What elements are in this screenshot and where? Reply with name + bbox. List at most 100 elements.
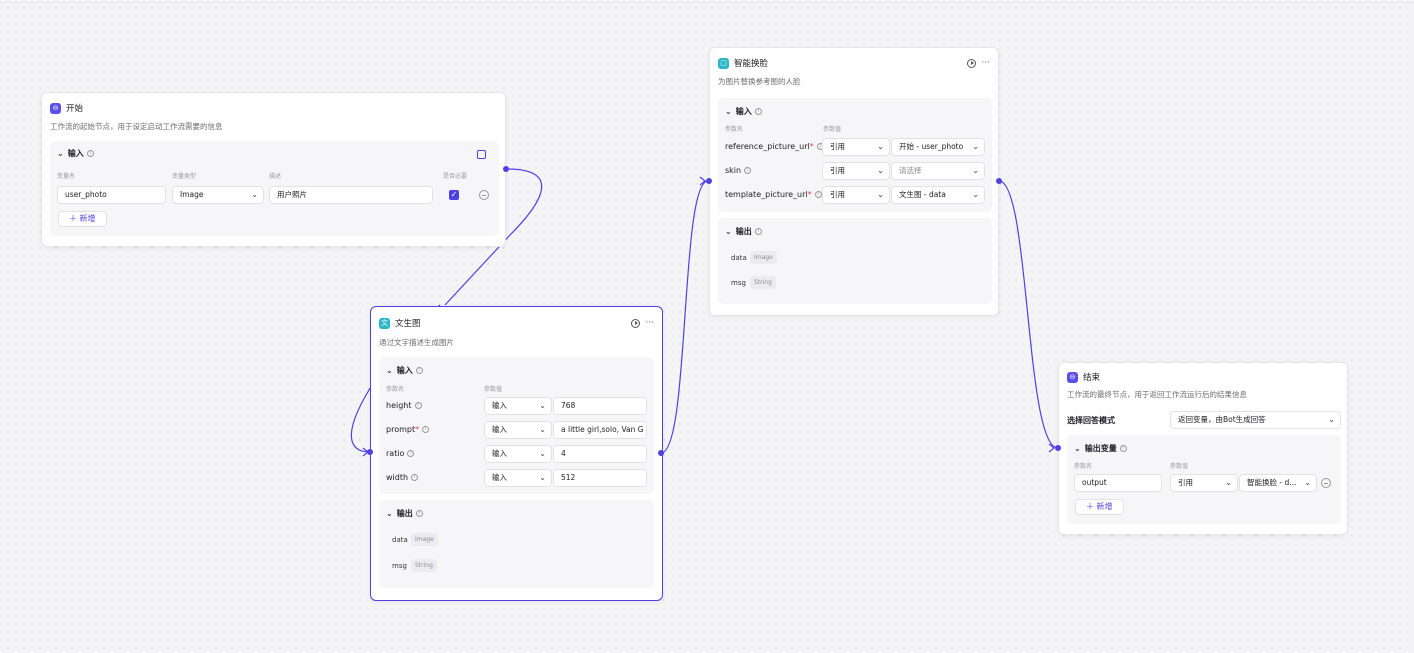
variable-type-select[interactable]: Image ⌄ (172, 186, 264, 204)
more-icon[interactable]: ··· (981, 58, 990, 68)
output-type-tag: Image (750, 251, 777, 264)
start-node[interactable]: ⊖ 开始 工作流的起始节点，用于设定启动工作流需要的信息 ⌄ 输入 i 变量名 … (41, 92, 506, 247)
info-icon: i (407, 450, 415, 457)
remove-icon[interactable] (1321, 478, 1331, 488)
chevron-down-icon: ⌄ (1225, 478, 1232, 487)
t2i-output-port[interactable] (658, 450, 664, 456)
param-value-input[interactable]: 512 (553, 469, 647, 487)
select-value: 输入 (492, 473, 507, 482)
node-description: 为图片替换参考图的人脸 (718, 77, 801, 86)
select-value: 引用 (830, 190, 845, 199)
info-icon: i (414, 402, 422, 409)
input-panel: ⌄ 输入 i 参数名 参数值 height i 输入 ⌄ 768 prompt * i … (379, 357, 654, 494)
face-output-port[interactable] (996, 178, 1002, 184)
t2i-input-port[interactable] (367, 449, 373, 455)
node-description: 工作流的起始节点，用于设定启动工作流需要的信息 (50, 122, 223, 131)
end-input-port[interactable] (1055, 445, 1061, 451)
face-input-port[interactable] (706, 178, 712, 184)
param-value-input[interactable]: 4 (553, 445, 647, 463)
chevron-down-icon: ⌄ (539, 449, 546, 458)
info-icon: i (754, 108, 762, 115)
chevron-down-icon: ⌄ (57, 149, 64, 158)
param-mode-select[interactable]: 输入 ⌄ (484, 421, 552, 439)
run-icon[interactable] (631, 318, 641, 328)
param-label-height: height i (386, 401, 422, 410)
param-mode-select[interactable]: 引用 ⌄ (822, 162, 890, 180)
output-panel: ⌄ 输出 i data Image msg String (718, 218, 992, 304)
info-icon: i (744, 167, 752, 174)
canvas-top-border (0, 0, 1414, 3)
required-checkbox[interactable]: ✓ (449, 190, 459, 200)
answer-mode-select[interactable]: 返回变量，由Bot生成回答 ⌄ (1170, 411, 1341, 429)
add-output-button[interactable]: ＋ 新增 (1075, 499, 1124, 515)
output-variables-panel: ⌄ 输出变量 i 参数名 参数值 output 引用 ⌄ 智能换脸 - d... ⌄… (1067, 435, 1341, 524)
chevron-down-icon: ⌄ (251, 190, 258, 199)
chevron-down-icon: ⌄ (972, 142, 979, 151)
variable-name-input[interactable]: user_photo (57, 186, 166, 204)
output-panel: ⌄ 输出 i data Image msg String (379, 500, 654, 588)
section-title: 输出变量 (1084, 444, 1117, 453)
param-value-input[interactable]: a little girl,solo, Van G (553, 421, 647, 439)
button-label: 新增 (79, 214, 96, 223)
node-title: 文生图 (395, 319, 421, 329)
input-section-toggle[interactable]: ⌄ 输入 i (725, 106, 762, 117)
select-value: 输入 (492, 449, 507, 458)
param-mode-select[interactable]: 输入 ⌄ (484, 397, 552, 415)
face-swap-node[interactable]: ▢ 智能换脸 ··· 为图片替换参考图的人脸 ⌄ 输入 i 参数名 参数值 re… (709, 47, 999, 316)
info-icon: i (1119, 445, 1127, 452)
param-mode-select[interactable]: 引用 ⌄ (822, 138, 890, 156)
info-icon: i (415, 367, 423, 374)
param-value-input[interactable]: 768 (553, 397, 647, 415)
input-panel: ⌄ 输入 i 变量名 变量类型 描述 是否必要 user_photo Image… (50, 141, 499, 236)
variable-description-input[interactable]: 用户照片 (269, 186, 433, 204)
node-title: 智能换脸 (734, 59, 769, 69)
end-node[interactable]: ⊖ 结束 工作流的最终节点，用于返回工作流运行后的结果信息 选择回答模式 返回变… (1058, 362, 1348, 535)
face-swap-icon: ▢ (718, 57, 729, 69)
add-variable-button[interactable]: ＋ 新增 (58, 211, 107, 227)
start-output-port[interactable] (503, 166, 509, 172)
chevron-down-icon: ⌄ (877, 166, 884, 175)
col-label: 参数名 (725, 126, 744, 133)
param-reference-select[interactable]: 开始 - user_photo ⌄ (891, 138, 985, 156)
param-name: prompt (386, 425, 416, 434)
param-reference-select[interactable]: 智能换脸 - d... ⌄ (1239, 474, 1317, 492)
required-mark: * (809, 142, 814, 151)
col-label: 参数名 (1074, 463, 1093, 470)
output-section-toggle[interactable]: ⌄ 输出变量 i (1074, 443, 1127, 454)
chevron-down-icon: ⌄ (972, 190, 979, 199)
input-section-toggle[interactable]: ⌄ 输入 i (57, 148, 94, 159)
run-icon[interactable] (967, 58, 977, 68)
col-label: 参数值 (484, 386, 503, 393)
text-to-image-node[interactable]: 文 文生图 ··· 通过文字描述生成图片 ⌄ 输入 i 参数名 参数值 heig… (370, 306, 663, 601)
arrow-end-in (1048, 443, 1055, 453)
param-name: skin (725, 166, 742, 175)
param-mode-select[interactable]: 引用 ⌄ (822, 186, 890, 204)
param-mode-select[interactable]: 引用 ⌄ (1170, 474, 1238, 492)
param-reference-select[interactable]: 文生图 - data ⌄ (891, 186, 985, 204)
chevron-down-icon: ⌄ (539, 425, 546, 434)
param-mode-select[interactable]: 输入 ⌄ (484, 445, 552, 463)
chevron-down-icon: ⌄ (539, 401, 546, 410)
more-icon[interactable]: ··· (645, 318, 654, 328)
start-icon: ⊖ (50, 102, 61, 114)
input-section-toggle[interactable]: ⌄ 输入 i (386, 365, 423, 376)
section-title: 输入 (67, 149, 84, 158)
button-label: 新增 (1096, 502, 1113, 511)
col-label: 参数名 (386, 386, 405, 393)
output-name-input[interactable]: output (1074, 474, 1162, 492)
arrow-face-in (699, 176, 706, 186)
output-name: data (731, 254, 747, 262)
param-mode-select[interactable]: 输入 ⌄ (484, 469, 552, 487)
input-panel: ⌄ 输入 i 参数名 参数值 reference_picture_url * i 引… (718, 98, 992, 212)
select-value: 文生图 - data (899, 190, 946, 199)
output-section-toggle[interactable]: ⌄ 输出 i (725, 226, 762, 237)
select-value: 引用 (830, 142, 845, 151)
param-name: height (386, 401, 412, 410)
col-label: 变量类型 (172, 173, 197, 180)
info-icon: i (814, 191, 822, 198)
param-reference-select[interactable]: 请选择 ⌄ (891, 162, 985, 180)
info-icon: i (411, 474, 419, 481)
import-icon[interactable] (477, 150, 486, 159)
output-section-toggle[interactable]: ⌄ 输出 i (386, 508, 423, 519)
remove-icon[interactable] (479, 190, 489, 200)
